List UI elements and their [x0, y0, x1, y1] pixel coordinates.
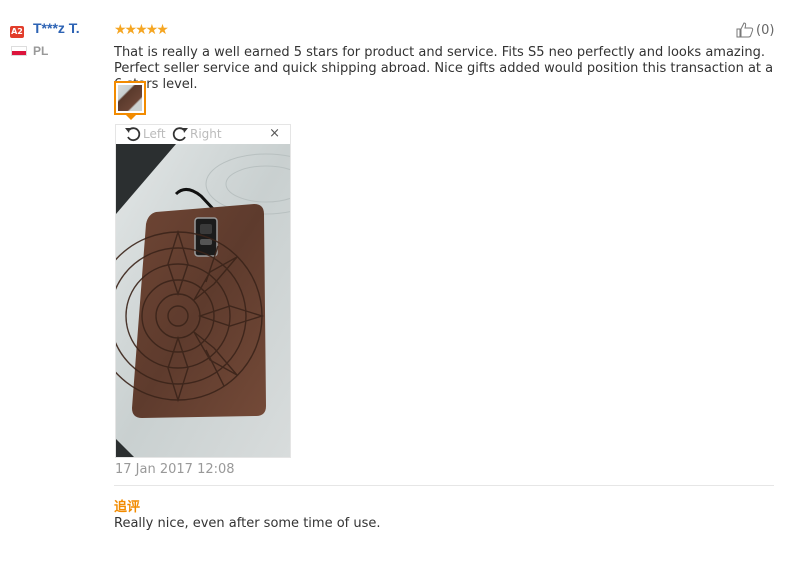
- reviewer-level-badge: A2: [10, 26, 24, 38]
- thumbs-up-icon: [736, 22, 754, 38]
- followup-text: Really nice, even after some time of use…: [114, 516, 381, 531]
- country-flag-icon: [11, 46, 27, 56]
- reviewer-country: PL: [33, 44, 49, 58]
- review-text: That is really a well earned 5 stars for…: [114, 45, 774, 92]
- close-viewer-button[interactable]: ×: [269, 126, 280, 141]
- review-photo-thumbnail[interactable]: [114, 81, 146, 115]
- rotate-right-label: Right: [190, 127, 222, 141]
- rotate-left-icon: [125, 127, 141, 142]
- thumbnail-pointer: [126, 115, 136, 120]
- photo-viewer-toolbar: Left Right ×: [116, 125, 290, 144]
- reviewer-name[interactable]: T***z T.: [33, 20, 80, 36]
- followup-label: 追评: [114, 500, 141, 515]
- rotate-left-label: Left: [143, 127, 166, 141]
- photo-viewer: Left Right ×: [115, 124, 291, 458]
- helpful-count: (0): [756, 22, 775, 38]
- phone-case-photo: [116, 144, 290, 457]
- rotate-left-button[interactable]: Left: [124, 126, 166, 142]
- star-rating: ★★★★★: [114, 22, 169, 38]
- helpful-button[interactable]: (0): [736, 22, 774, 38]
- rotate-right-icon: [172, 127, 188, 142]
- rotate-right-button[interactable]: Right: [171, 126, 222, 142]
- review-date: 17 Jan 2017 12:08: [115, 462, 235, 477]
- divider: [114, 485, 774, 486]
